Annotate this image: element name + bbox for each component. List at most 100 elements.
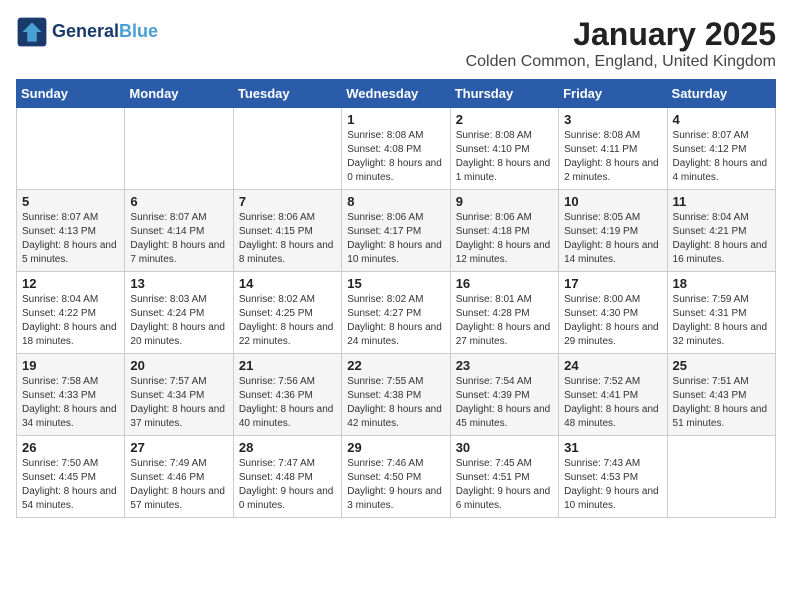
day-info: Sunrise: 8:06 AM Sunset: 4:18 PM Dayligh… (456, 211, 553, 267)
day-number: 21 (239, 358, 336, 373)
day-header-wednesday: Wednesday (342, 80, 450, 108)
calendar-cell: 8 Sunrise: 8:06 AM Sunset: 4:17 PM Daylig… (342, 190, 450, 272)
day-info: Sunrise: 7:49 AM Sunset: 4:46 PM Dayligh… (130, 457, 227, 513)
calendar-cell: 31 Sunrise: 7:43 AM Sunset: 4:53 PM Dayli… (559, 436, 667, 518)
week-row-4: 26 Sunrise: 7:50 AM Sunset: 4:45 PM Dayli… (17, 436, 776, 518)
calendar-cell: 15Sunrise: 8:02 AM Sunset: 4:27 PM Dayli… (342, 272, 450, 354)
day-number: 25 (673, 358, 770, 373)
calendar-cell: 13Sunrise: 8:03 AM Sunset: 4:24 PM Dayli… (125, 272, 233, 354)
day-info: Sunrise: 7:43 AM Sunset: 4:53 PM Dayligh… (564, 457, 661, 513)
calendar-cell: 23 Sunrise: 7:54 AM Sunset: 4:39 PM Dayli… (450, 354, 558, 436)
calendar-cell: 3 Sunrise: 8:08 AM Sunset: 4:11 PM Daylig… (559, 108, 667, 190)
day-info: Sunrise: 8:00 AM Sunset: 4:30 PM Dayligh… (564, 293, 661, 349)
day-number: 12 (22, 276, 119, 291)
calendar-cell: 4 Sunrise: 8:07 AM Sunset: 4:12 PM Daylig… (667, 108, 775, 190)
day-info: Sunrise: 7:50 AM Sunset: 4:45 PM Dayligh… (22, 457, 119, 513)
calendar-cell: 22 Sunrise: 7:55 AM Sunset: 4:38 PM Dayli… (342, 354, 450, 436)
day-info: Sunrise: 8:07 AM Sunset: 4:13 PM Dayligh… (22, 211, 119, 267)
day-number: 14 (239, 276, 336, 291)
calendar-cell: 17Sunrise: 8:00 AM Sunset: 4:30 PM Dayli… (559, 272, 667, 354)
day-number: 28 (239, 440, 336, 455)
day-info: Sunrise: 8:07 AM Sunset: 4:14 PM Dayligh… (130, 211, 227, 267)
calendar-cell: 10 Sunrise: 8:05 AM Sunset: 4:19 PM Dayli… (559, 190, 667, 272)
day-number: 23 (456, 358, 553, 373)
day-number: 26 (22, 440, 119, 455)
day-number: 22 (347, 358, 444, 373)
calendar-cell: 21 Sunrise: 7:56 AM Sunset: 4:36 PM Dayli… (233, 354, 341, 436)
day-info: Sunrise: 7:56 AM Sunset: 4:36 PM Dayligh… (239, 375, 336, 431)
day-info: Sunrise: 7:58 AM Sunset: 4:33 PM Dayligh… (22, 375, 119, 431)
day-number: 27 (130, 440, 227, 455)
day-info: Sunrise: 8:02 AM Sunset: 4:25 PM Dayligh… (239, 293, 336, 349)
week-row-3: 19Sunrise: 7:58 AM Sunset: 4:33 PM Dayli… (17, 354, 776, 436)
calendar-cell: 29 Sunrise: 7:46 AM Sunset: 4:50 PM Dayli… (342, 436, 450, 518)
calendar-subtitle: Colden Common, England, United Kingdom (466, 53, 776, 71)
day-number: 7 (239, 194, 336, 209)
day-number: 31 (564, 440, 661, 455)
day-info: Sunrise: 8:05 AM Sunset: 4:19 PM Dayligh… (564, 211, 661, 267)
day-number: 9 (456, 194, 553, 209)
day-number: 5 (22, 194, 119, 209)
day-info: Sunrise: 8:08 AM Sunset: 4:10 PM Dayligh… (456, 129, 553, 185)
calendar-cell: 14 Sunrise: 8:02 AM Sunset: 4:25 PM Dayli… (233, 272, 341, 354)
calendar-cell: 6 Sunrise: 8:07 AM Sunset: 4:14 PM Daylig… (125, 190, 233, 272)
day-header-sunday: Sunday (17, 80, 125, 108)
calendar-cell: 30Sunrise: 7:45 AM Sunset: 4:51 PM Dayli… (450, 436, 558, 518)
header: GeneralBlue January 2025 Colden Common, … (16, 16, 776, 71)
day-header-monday: Monday (125, 80, 233, 108)
calendar-cell (125, 108, 233, 190)
calendar-table: SundayMondayTuesdayWednesdayThursdayFrid… (16, 79, 776, 518)
day-number: 3 (564, 112, 661, 127)
calendar-cell: 24Sunrise: 7:52 AM Sunset: 4:41 PM Dayli… (559, 354, 667, 436)
day-info: Sunrise: 7:46 AM Sunset: 4:50 PM Dayligh… (347, 457, 444, 513)
week-row-0: 1Sunrise: 8:08 AM Sunset: 4:08 PM Daylig… (17, 108, 776, 190)
calendar-cell: 11 Sunrise: 8:04 AM Sunset: 4:21 PM Dayli… (667, 190, 775, 272)
calendar-cell: 2 Sunrise: 8:08 AM Sunset: 4:10 PM Daylig… (450, 108, 558, 190)
calendar-cell: 27 Sunrise: 7:49 AM Sunset: 4:46 PM Dayli… (125, 436, 233, 518)
day-info: Sunrise: 7:47 AM Sunset: 4:48 PM Dayligh… (239, 457, 336, 513)
day-number: 10 (564, 194, 661, 209)
week-row-2: 12Sunrise: 8:04 AM Sunset: 4:22 PM Dayli… (17, 272, 776, 354)
calendar-cell: 12Sunrise: 8:04 AM Sunset: 4:22 PM Dayli… (17, 272, 125, 354)
day-number: 20 (130, 358, 227, 373)
header-row: SundayMondayTuesdayWednesdayThursdayFrid… (17, 80, 776, 108)
day-info: Sunrise: 7:55 AM Sunset: 4:38 PM Dayligh… (347, 375, 444, 431)
calendar-cell: 9 Sunrise: 8:06 AM Sunset: 4:18 PM Daylig… (450, 190, 558, 272)
day-info: Sunrise: 8:03 AM Sunset: 4:24 PM Dayligh… (130, 293, 227, 349)
day-number: 18 (673, 276, 770, 291)
day-header-friday: Friday (559, 80, 667, 108)
title-area: January 2025 Colden Common, England, Uni… (466, 16, 776, 71)
calendar-cell (17, 108, 125, 190)
calendar-cell (667, 436, 775, 518)
day-header-saturday: Saturday (667, 80, 775, 108)
day-number: 11 (673, 194, 770, 209)
day-info: Sunrise: 8:02 AM Sunset: 4:27 PM Dayligh… (347, 293, 444, 349)
day-info: Sunrise: 7:57 AM Sunset: 4:34 PM Dayligh… (130, 375, 227, 431)
calendar-cell: 19Sunrise: 7:58 AM Sunset: 4:33 PM Dayli… (17, 354, 125, 436)
logo-text: GeneralBlue (52, 22, 158, 42)
calendar-cell (233, 108, 341, 190)
day-info: Sunrise: 8:08 AM Sunset: 4:11 PM Dayligh… (564, 129, 661, 185)
logo-icon (16, 16, 48, 48)
day-number: 29 (347, 440, 444, 455)
day-number: 8 (347, 194, 444, 209)
day-info: Sunrise: 8:07 AM Sunset: 4:12 PM Dayligh… (673, 129, 770, 185)
day-number: 2 (456, 112, 553, 127)
day-number: 6 (130, 194, 227, 209)
calendar-cell: 1Sunrise: 8:08 AM Sunset: 4:08 PM Daylig… (342, 108, 450, 190)
day-number: 1 (347, 112, 444, 127)
calendar-cell: 20 Sunrise: 7:57 AM Sunset: 4:34 PM Dayli… (125, 354, 233, 436)
day-number: 4 (673, 112, 770, 127)
day-info: Sunrise: 8:04 AM Sunset: 4:21 PM Dayligh… (673, 211, 770, 267)
day-info: Sunrise: 7:45 AM Sunset: 4:51 PM Dayligh… (456, 457, 553, 513)
calendar-cell: 18 Sunrise: 7:59 AM Sunset: 4:31 PM Dayli… (667, 272, 775, 354)
day-number: 24 (564, 358, 661, 373)
calendar-cell: 25 Sunrise: 7:51 AM Sunset: 4:43 PM Dayli… (667, 354, 775, 436)
day-header-thursday: Thursday (450, 80, 558, 108)
day-info: Sunrise: 7:54 AM Sunset: 4:39 PM Dayligh… (456, 375, 553, 431)
week-row-1: 5 Sunrise: 8:07 AM Sunset: 4:13 PM Daylig… (17, 190, 776, 272)
day-info: Sunrise: 7:51 AM Sunset: 4:43 PM Dayligh… (673, 375, 770, 431)
day-info: Sunrise: 8:01 AM Sunset: 4:28 PM Dayligh… (456, 293, 553, 349)
day-info: Sunrise: 7:59 AM Sunset: 4:31 PM Dayligh… (673, 293, 770, 349)
day-info: Sunrise: 8:06 AM Sunset: 4:17 PM Dayligh… (347, 211, 444, 267)
